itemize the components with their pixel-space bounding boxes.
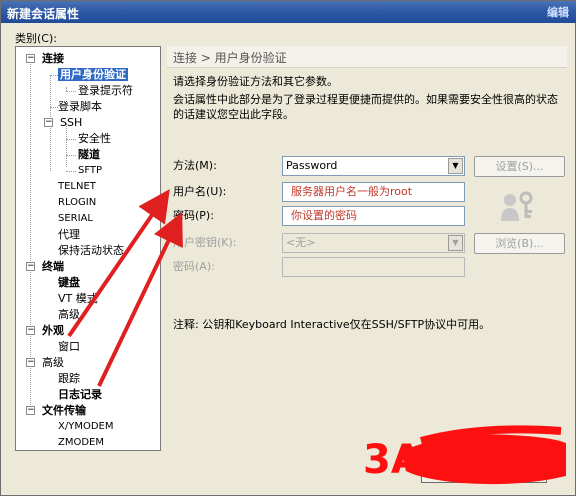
tree-item-tunnels[interactable]: 隧道 [78,147,100,163]
user-key-value: <无> [286,236,316,249]
tree-item-advanced[interactable]: − 高级 [26,355,64,371]
tree-item-file-transfer[interactable]: − 文件传输 [26,403,86,419]
category-tree[interactable]: − 连接 用户身份验证 登录提示符 登录脚本 − SSH 安全性 隧道 SFTP… [15,46,161,451]
tree-item-window[interactable]: 窗口 [58,339,80,355]
watermark-text: 3A [363,437,422,483]
category-label: 类别(C): [15,32,57,45]
browse-button[interactable]: 浏览(B)... [474,233,565,254]
tree-item-ssh[interactable]: − SSH [44,115,82,131]
tree-item-login-script[interactable]: 登录脚本 [58,99,102,115]
collapse-icon[interactable]: − [26,358,35,367]
tree-item-login-prompts[interactable]: 登录提示符 [78,83,133,99]
password-input[interactable]: 你设置的密码 [282,206,465,226]
tree-item-terminal[interactable]: − 终端 [26,259,64,275]
panel-breadcrumb: 连接 > 用户身份验证 [167,46,567,68]
tree-item-sftp[interactable]: SFTP [78,163,102,179]
tree-item-user-auth[interactable]: 用户身份验证 [58,67,128,83]
user-key-select[interactable]: <无> ▼ [282,233,465,253]
tree-item-keyboard[interactable]: 键盘 [58,275,80,291]
tree-item-log-file[interactable]: 日志记录 [58,387,102,403]
username-input[interactable]: 服务器用户名一般为root [282,182,465,202]
collapse-icon[interactable]: − [26,262,35,271]
tree-item-serial[interactable]: SERIAL [58,211,93,227]
tree-item-vt-mode[interactable]: VT 模式 [58,291,98,307]
method-label: 方法(M): [173,159,217,172]
passphrase-label: 密码(A): [173,260,215,273]
collapse-icon[interactable]: − [26,406,35,415]
dropdown-arrow-icon[interactable]: ▼ [448,235,463,251]
settings-button[interactable]: 设置(S)... [474,156,565,177]
intro-text: 请选择身份验证方法和其它参数。 [173,75,338,88]
password-label: 密码(P): [173,209,214,222]
tree-item-keepalive[interactable]: 保持活动状态 [58,243,160,259]
tree-item-terminal-advanced[interactable]: 高级 [58,307,80,323]
title-hint: 编辑 [547,6,569,19]
tree-item-zmodem[interactable]: ZMODEM [58,435,104,451]
tree-item-xymodem[interactable]: X/YMODEM [58,419,113,435]
tree-item-security[interactable]: 安全性 [78,131,111,147]
session-properties-dialog: 新建会话属性 编辑 类别(C): − 连接 用户身份验证 登录提示符 登录脚本 … [0,0,576,496]
red-redaction-scribble: 3A [363,425,566,485]
description-text: 会话属性中此部分是为了登录过程更便捷而提供的。如果需要安全性很高的状态的话建议您… [173,93,558,121]
collapse-icon[interactable]: − [44,118,53,127]
collapse-icon[interactable]: − [26,54,35,63]
tree-item-proxy[interactable]: 代理 [58,227,80,243]
method-select[interactable]: Password ▼ [282,156,465,176]
title-bar[interactable]: 新建会话属性 编辑 [1,1,576,23]
collapse-icon[interactable]: − [26,326,35,335]
tree-item-telnet[interactable]: TELNET [58,179,96,195]
username-label: 用户名(U): [173,185,227,198]
dropdown-arrow-icon[interactable]: ▼ [448,158,463,174]
tree-item-connection[interactable]: − 连接 [26,51,64,67]
tree-item-appearance[interactable]: − 外观 [26,323,64,339]
tree-item-trace[interactable]: 跟踪 [58,371,80,387]
tree-item-rlogin[interactable]: RLOGIN [58,195,96,211]
passphrase-input[interactable] [282,257,465,277]
user-key-icon [501,191,533,221]
window-title: 新建会话属性 [7,7,80,21]
note-text: 注释: 公钥和Keyboard Interactive仅在SSH/SFTP协议中… [173,318,491,331]
user-key-label: 用户密钥(K): [173,236,237,249]
method-value: Password [286,159,338,172]
